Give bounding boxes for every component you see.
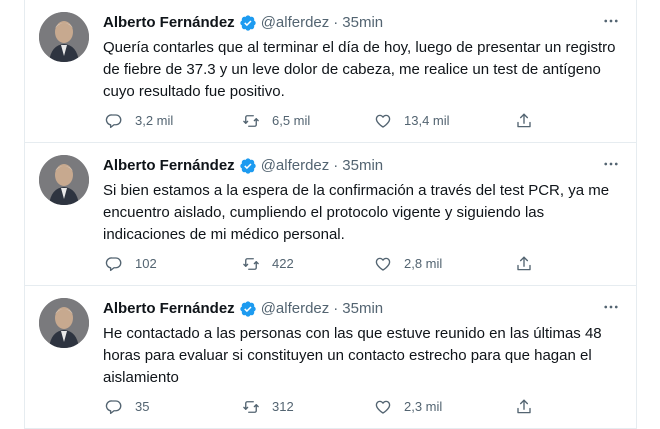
tweet-header: Alberto Fernández @alferdez · 35min — [103, 13, 383, 33]
author-handle[interactable]: @alferdez — [261, 156, 330, 176]
retweet-icon — [242, 255, 260, 273]
verified-badge-icon — [239, 157, 257, 175]
more-options-icon[interactable] — [600, 153, 622, 175]
retweet-button[interactable]: 422 — [242, 255, 294, 273]
separator-dot: · — [333, 157, 339, 174]
author-handle[interactable]: @alferdez — [261, 13, 330, 33]
timestamp[interactable]: 35min — [342, 156, 383, 176]
retweet-button[interactable]: 312 — [242, 398, 294, 416]
share-icon — [515, 398, 533, 416]
author-name[interactable]: Alberto Fernández — [103, 156, 235, 176]
timestamp[interactable]: 35min — [342, 299, 383, 319]
retweet-icon — [242, 112, 260, 130]
like-count: 13,4 mil — [404, 113, 450, 128]
share-button[interactable] — [515, 255, 533, 273]
tweet-header: Alberto Fernández @alferdez · 35min — [103, 156, 383, 176]
share-icon — [515, 112, 533, 130]
retweet-count: 312 — [272, 399, 294, 414]
more-options-icon[interactable] — [600, 10, 622, 32]
retweet-count: 422 — [272, 256, 294, 271]
like-button[interactable]: 13,4 mil — [374, 112, 450, 130]
retweet-button[interactable]: 6,5 mil — [242, 112, 310, 130]
share-button[interactable] — [515, 398, 533, 416]
timestamp[interactable]: 35min — [342, 13, 383, 33]
like-icon — [374, 255, 392, 273]
reply-count: 102 — [135, 256, 157, 271]
tweet-header: Alberto Fernández @alferdez · 35min — [103, 299, 383, 319]
like-icon — [374, 112, 392, 130]
more-options-icon[interactable] — [600, 296, 622, 318]
share-icon — [515, 255, 533, 273]
tweet-text: He contactado a las personas con las que… — [103, 325, 602, 386]
reply-icon — [105, 112, 123, 130]
like-button[interactable]: 2,3 mil — [374, 398, 442, 416]
avatar[interactable] — [39, 12, 89, 62]
verified-badge-icon — [239, 300, 257, 318]
tweet-text: Quería contarles que al terminar el día … — [103, 39, 616, 100]
separator-dot: · — [333, 14, 339, 31]
reply-button[interactable]: 35 — [105, 398, 149, 416]
share-button[interactable] — [515, 112, 533, 130]
retweet-count: 6,5 mil — [272, 113, 311, 128]
like-count: 2,3 mil — [404, 399, 443, 414]
avatar[interactable] — [39, 298, 89, 348]
timeline-right-border — [636, 0, 637, 429]
reply-button[interactable]: 102 — [105, 255, 157, 273]
reply-icon — [105, 398, 123, 416]
like-icon — [374, 398, 392, 416]
author-handle[interactable]: @alferdez — [261, 299, 330, 319]
tweet-actions: 102 422 2,8 mil — [99, 255, 539, 275]
tweet[interactable]: Alberto Fernández @alferdez · 35min He c… — [25, 286, 636, 429]
author-name[interactable]: Alberto Fernández — [103, 299, 235, 319]
reply-count: 35 — [135, 399, 150, 414]
reply-button[interactable]: 3,2 mil — [105, 112, 173, 130]
separator-dot: · — [333, 300, 339, 317]
like-button[interactable]: 2,8 mil — [374, 255, 442, 273]
tweet-actions: 3,2 mil 6,5 mil 13,4 mil — [99, 112, 539, 132]
author-name[interactable]: Alberto Fernández — [103, 13, 235, 33]
avatar[interactable] — [39, 155, 89, 205]
like-count: 2,8 mil — [404, 256, 443, 271]
reply-count: 3,2 mil — [135, 113, 174, 128]
retweet-icon — [242, 398, 260, 416]
tweet[interactable]: Alberto Fernández @alferdez · 35min Si b… — [25, 143, 636, 286]
tweet[interactable]: Alberto Fernández @alferdez · 35min Quer… — [25, 0, 636, 143]
tweet-actions: 35 312 2,3 mil — [99, 398, 539, 418]
verified-badge-icon — [239, 14, 257, 32]
reply-icon — [105, 255, 123, 273]
tweet-text: Si bien estamos a la espera de la confir… — [103, 182, 610, 243]
